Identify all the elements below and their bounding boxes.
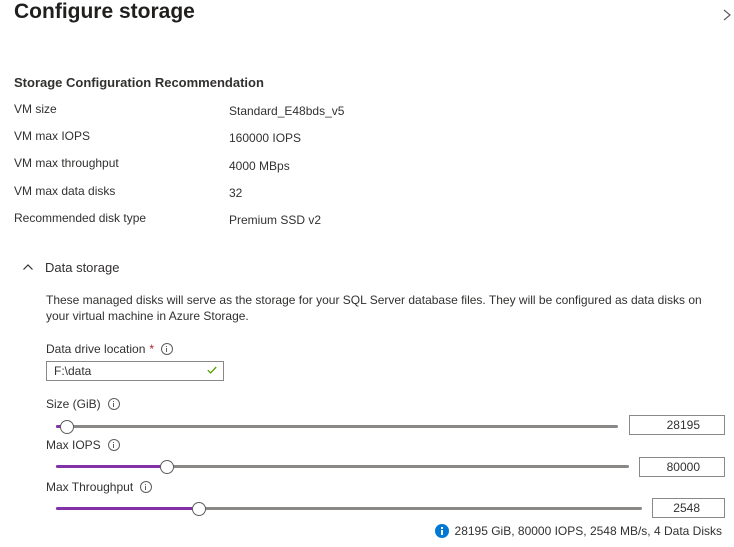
vm-max-iops-value: 160000 IOPS [229,131,302,145]
max-throughput-label: Max Throughput [46,480,153,494]
info-icon[interactable] [161,343,174,355]
max-throughput-input[interactable]: 2548 [652,498,725,518]
close-icon[interactable] [722,7,734,23]
required-marker: * [149,342,155,356]
recommended-disk-type-value: Premium SSD v2 [229,213,322,227]
vm-max-data-disks-value: 32 [229,186,243,200]
vm-max-throughput-label: VM max throughput [14,156,119,170]
vm-size-label: VM size [14,102,57,116]
vm-size-value: Standard_E48bds_v5 [229,104,345,118]
max-iops-label-text: Max IOPS [46,438,101,452]
panel-title: Configure storage [14,0,195,23]
recommendation-heading: Storage Configuration Recommendation [14,75,264,90]
size-slider[interactable] [56,419,618,434]
size-label: Size (GiB) [46,397,120,411]
info-icon[interactable] [140,481,153,493]
info-filled-icon [434,524,449,538]
chevron-up-icon [23,264,33,270]
vm-max-data-disks-label: VM max data disks [14,184,116,198]
recommended-disk-type-label: Recommended disk type [14,211,147,225]
data-drive-location-label-text: Data drive location [46,342,146,356]
max-iops-label: Max IOPS [46,438,120,452]
storage-summary: 28195 GiB, 80000 IOPS, 2548 MB/s, 4 Data… [434,524,722,538]
vm-max-throughput-value: 4000 MBps [229,159,290,173]
size-input[interactable]: 28195 [629,415,725,435]
data-storage-description: These managed disks will serve as the st… [46,293,702,323]
vm-max-iops-label: VM max IOPS [14,129,91,143]
data-drive-location-input[interactable] [47,362,204,380]
slider-rail [56,425,618,428]
slider-fill [56,507,199,510]
info-icon[interactable] [107,398,120,410]
max-throughput-slider[interactable] [56,501,642,516]
checkmark-icon [207,366,217,374]
info-icon[interactable] [107,439,120,451]
max-iops-input[interactable]: 80000 [639,457,725,477]
slider-thumb[interactable] [60,420,74,434]
slider-thumb[interactable] [160,460,174,474]
max-throughput-label-text: Max Throughput [46,480,134,494]
data-drive-location-field[interactable] [46,361,224,381]
max-iops-slider[interactable] [56,459,629,474]
slider-fill [56,465,167,468]
size-label-text: Size (GiB) [46,397,101,411]
data-drive-location-label: Data drive location * [46,342,174,356]
data-storage-label: Data storage [45,259,120,275]
slider-thumb[interactable] [192,502,206,516]
data-storage-toggle[interactable]: Data storage [22,258,119,276]
storage-summary-text: 28195 GiB, 80000 IOPS, 2548 MB/s, 4 Data… [454,524,722,538]
